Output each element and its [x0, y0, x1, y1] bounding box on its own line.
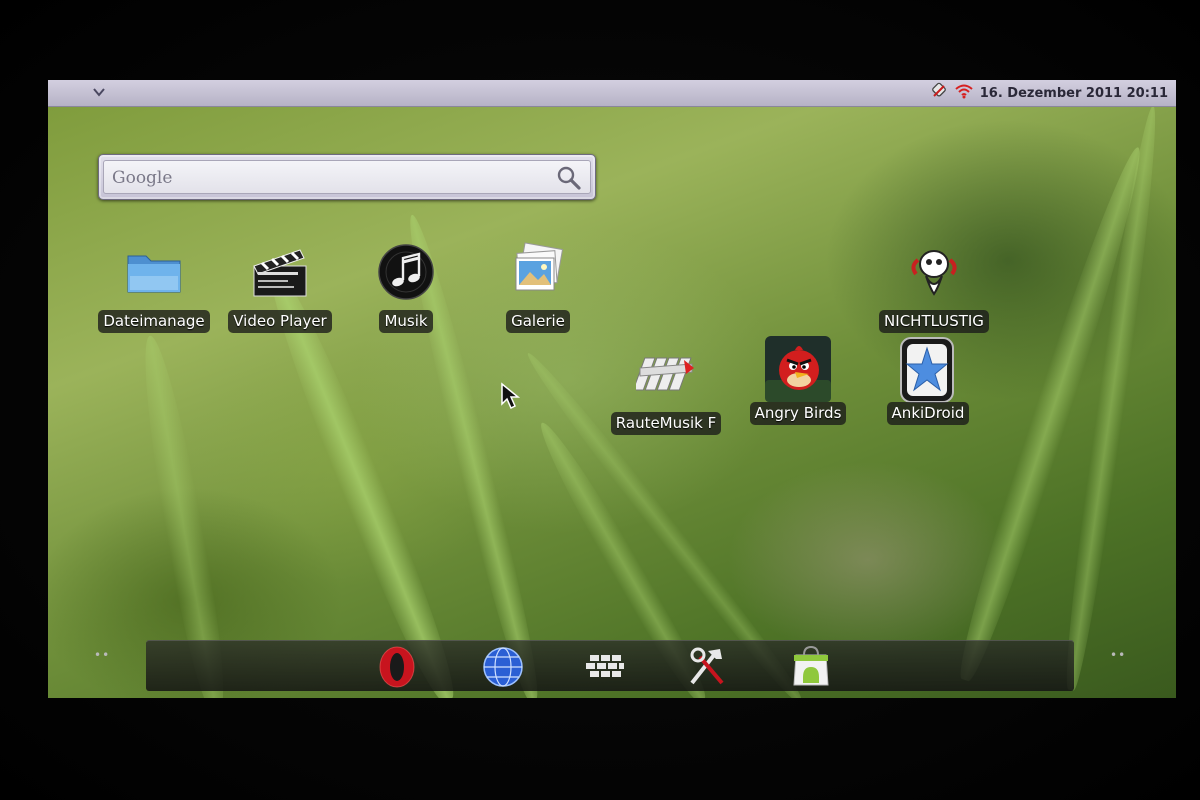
app-rautemusik[interactable]: RauteMusik F [608, 344, 724, 444]
clapperboard-icon [250, 242, 310, 302]
app-ankidroid[interactable]: AnkiDroid [870, 334, 986, 434]
rautemusik-logo-icon [632, 344, 696, 404]
app-video-player[interactable]: Video Player [222, 242, 338, 342]
cartoon-creature-icon [904, 242, 964, 302]
angry-bird-icon [765, 336, 831, 402]
app-dateimanager[interactable]: Dateimanage [96, 242, 212, 342]
browser-globe-icon[interactable] [480, 645, 526, 689]
wifi-icon [954, 83, 974, 103]
status-area: 16. Dezember 2011 20:11 [930, 82, 1168, 104]
tools-icon[interactable] [684, 645, 730, 689]
app-label: Galerie [506, 310, 570, 333]
search-input[interactable] [110, 165, 544, 191]
app-label: Musik [379, 310, 433, 333]
app-drawer-icon[interactable] [582, 645, 628, 689]
google-search-widget[interactable] [98, 154, 596, 200]
app-galerie[interactable]: Galerie [480, 242, 596, 342]
page-indicator-left[interactable]: •• [94, 648, 110, 662]
music-note-icon [376, 242, 436, 302]
opera-icon[interactable] [374, 645, 420, 689]
app-label: Video Player [228, 310, 332, 333]
status-datetime: 16. Dezember 2011 20:11 [979, 85, 1168, 101]
status-bar[interactable]: 16. Dezember 2011 20:11 [48, 80, 1176, 107]
app-label: RauteMusik F [610, 412, 722, 435]
android-home-screen: 16. Dezember 2011 20:11 Dateimanage [48, 80, 1176, 698]
app-angry-birds[interactable]: Angry Birds [740, 334, 856, 434]
app-label: AnkiDroid [886, 402, 970, 425]
page-indicator-right[interactable]: •• [1110, 648, 1126, 662]
star-card-icon [899, 336, 957, 404]
folder-icon [124, 242, 184, 302]
mouse-cursor-icon [500, 382, 524, 410]
search-field-frame [103, 160, 591, 194]
app-label: NICHTLUSTIG [879, 310, 989, 333]
app-label: Angry Birds [749, 402, 847, 425]
android-market-icon[interactable] [788, 645, 834, 689]
app-label: Dateimanage [98, 310, 210, 333]
search-icon[interactable] [556, 165, 582, 191]
photos-icon [508, 242, 568, 302]
app-musik[interactable]: Musik [348, 242, 464, 342]
usb-debug-icon [930, 82, 948, 104]
app-nichtlustig[interactable]: NICHTLUSTIG [876, 242, 992, 342]
launcher-dock [146, 640, 1074, 691]
expand-chevron-icon[interactable] [92, 85, 106, 99]
